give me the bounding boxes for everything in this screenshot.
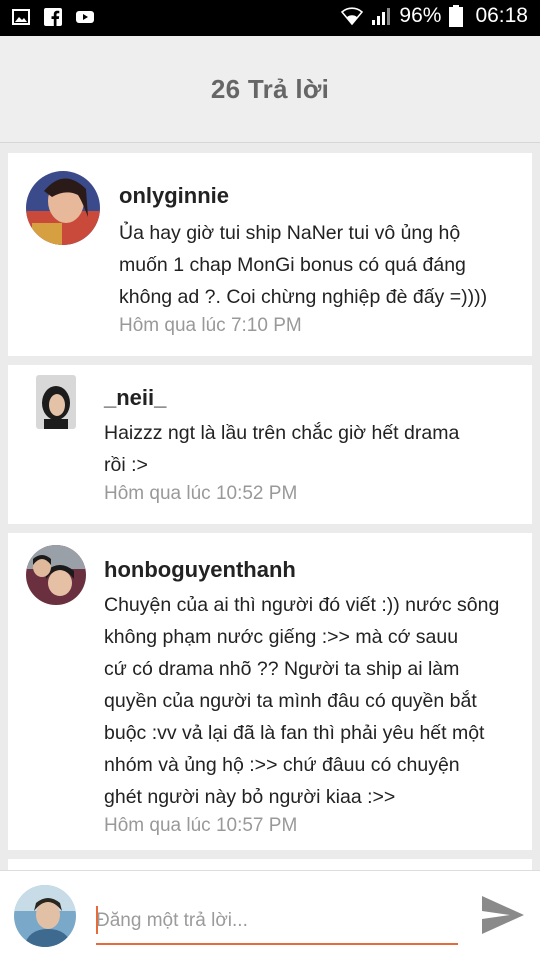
- image-icon: [12, 9, 30, 25]
- comment-text: Chuyện của ai thì người đó viết :)) nước…: [104, 594, 500, 808]
- youtube-icon: [76, 11, 94, 23]
- comment-card[interactable]: [8, 859, 532, 870]
- comment-timestamp: Hôm qua lúc 7:10 PM: [119, 315, 302, 336]
- battery-icon: [449, 5, 464, 27]
- comment-author[interactable]: onlyginnie: [119, 183, 229, 209]
- avatar[interactable]: [36, 375, 76, 429]
- comment-card[interactable]: _neii_ Haizzz ngt là lầu trên chắc giờ h…: [8, 365, 532, 524]
- reply-input[interactable]: [96, 899, 458, 945]
- wifi-icon: [341, 7, 364, 26]
- status-bar: 96% 06:18: [0, 0, 540, 36]
- comment-text: Ủa hay giờ tui ship NaNer tui vô ủng hộ …: [119, 222, 488, 308]
- signal-icon: [372, 8, 391, 25]
- clock: 06:18: [475, 4, 528, 27]
- comment-text: Haizzz ngt là lầu trên chắc giờ hết dram…: [104, 422, 460, 476]
- comment-timestamp: Hôm qua lúc 10:57 PM: [104, 815, 298, 836]
- page-title: 26 Trả lời: [210, 73, 330, 104]
- facebook-icon: [44, 8, 62, 26]
- avatar[interactable]: [26, 171, 100, 245]
- reply-composer: [0, 870, 540, 961]
- comment-card[interactable]: honboguyenthanh Chuyện của ai thì người …: [8, 533, 532, 850]
- replies-header: 26 Trả lời: [0, 36, 540, 143]
- battery-percent: 96%: [399, 4, 442, 27]
- current-user-avatar: [14, 885, 76, 947]
- comment-author[interactable]: _neii_: [104, 385, 166, 411]
- text-cursor: [96, 906, 98, 934]
- send-icon[interactable]: [480, 894, 526, 936]
- notification-icons: [12, 8, 94, 26]
- comment-timestamp: Hôm qua lúc 10:52 PM: [104, 483, 298, 504]
- avatar[interactable]: [26, 545, 86, 605]
- comment-author[interactable]: honboguyenthanh: [104, 557, 296, 583]
- comment-card[interactable]: onlyginnie Ủa hay giờ tui ship NaNer tui…: [8, 153, 532, 356]
